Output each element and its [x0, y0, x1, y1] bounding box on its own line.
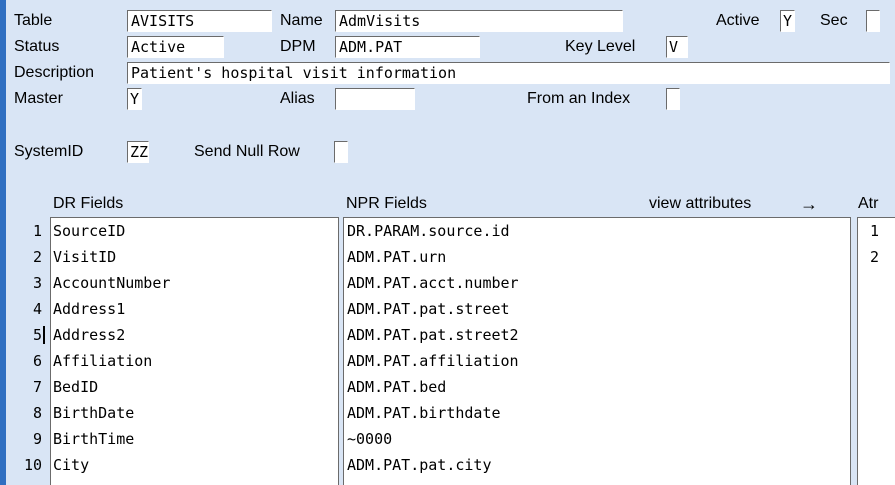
row-number: 5 — [32, 326, 42, 344]
arrow-right-icon[interactable]: → — [800, 194, 818, 214]
name-field[interactable]: AdmVisits — [335, 10, 623, 32]
npr-field-cell[interactable]: ~0000 — [347, 426, 392, 452]
sec-checkbox[interactable] — [866, 10, 880, 32]
view-attributes-link[interactable]: view attributes — [649, 194, 751, 214]
master-label: Master — [14, 90, 63, 107]
npr-field-cell[interactable]: ADM.PAT.acct.number — [347, 270, 519, 296]
active-label: Active — [716, 12, 760, 29]
active-field[interactable]: Y — [780, 10, 795, 32]
send-null-row-label: Send Null Row — [194, 143, 300, 160]
description-label: Description — [14, 64, 95, 81]
send-null-row-checkbox[interactable] — [334, 141, 348, 163]
dr-field-cell[interactable]: Address1 — [53, 296, 125, 322]
atr-cell[interactable]: 1 — [870, 218, 879, 244]
npr-field-cell[interactable]: ADM.PAT.urn — [347, 244, 446, 270]
dpm-field[interactable]: ADM.PAT — [335, 36, 480, 58]
alias-label: Alias — [280, 90, 315, 107]
table-label: Table — [14, 12, 53, 29]
key-level-field[interactable]: V — [666, 36, 688, 58]
dr-field-cell[interactable]: City — [53, 452, 89, 478]
status-field[interactable]: Active — [127, 36, 224, 58]
dr-field-cell[interactable]: Affiliation — [53, 348, 152, 374]
row-number: 7 — [32, 378, 42, 396]
dr-field-cell[interactable]: BirthDate — [53, 400, 134, 426]
sec-label: Sec — [820, 12, 848, 29]
npr-field-cell[interactable]: ADM.PAT.affiliation — [347, 348, 519, 374]
row-number: 8 — [32, 404, 42, 422]
from-index-checkbox[interactable] — [666, 88, 680, 110]
master-field[interactable]: Y — [127, 88, 142, 110]
row-number: 4 — [32, 300, 42, 318]
systemid-label: SystemID — [14, 143, 84, 160]
npr-field-cell[interactable]: ADM.PAT.pat.street — [347, 296, 510, 322]
from-index-label: From an Index — [527, 90, 631, 107]
dr-field-cell[interactable]: SourceID — [53, 218, 125, 244]
dr-field-cell[interactable]: BedID — [53, 374, 98, 400]
dr-fields-header: DR Fields — [53, 195, 124, 212]
row-number: 6 — [32, 352, 42, 370]
description-field[interactable]: Patient's hospital visit information — [127, 62, 890, 84]
npr-field-cell[interactable]: ADM.PAT.birthdate — [347, 400, 501, 426]
npr-field-cell[interactable]: DR.PARAM.source.id — [347, 218, 510, 244]
atr-header: Atr — [858, 195, 879, 212]
dr-field-cell[interactable]: BirthTime — [53, 426, 134, 452]
row-number: 10 — [23, 456, 42, 474]
text-cursor — [43, 326, 45, 344]
npr-field-cell[interactable]: ADM.PAT.pat.street2 — [347, 322, 519, 348]
dr-field-cell[interactable]: Address2 — [53, 322, 125, 348]
dpm-label: DPM — [280, 38, 316, 55]
alias-field[interactable] — [335, 88, 415, 110]
npr-fields-header: NPR Fields — [346, 195, 427, 212]
npr-field-cell[interactable]: ADM.PAT.bed — [347, 374, 446, 400]
key-level-label: Key Level — [565, 38, 636, 55]
row-number: 1 — [32, 222, 42, 240]
atr-cell[interactable]: 2 — [870, 244, 879, 270]
npr-field-cell[interactable]: ADM.PAT.pat.city — [347, 452, 492, 478]
row-number: 2 — [32, 248, 42, 266]
name-label: Name — [280, 12, 323, 29]
dr-field-cell[interactable]: AccountNumber — [53, 270, 170, 296]
row-number: 3 — [32, 274, 42, 292]
dr-field-cell[interactable]: VisitID — [53, 244, 116, 270]
status-label: Status — [14, 38, 60, 55]
systemid-field[interactable]: ZZ — [127, 141, 149, 163]
table-field[interactable]: AVISITS — [127, 10, 272, 32]
row-number: 9 — [32, 430, 42, 448]
